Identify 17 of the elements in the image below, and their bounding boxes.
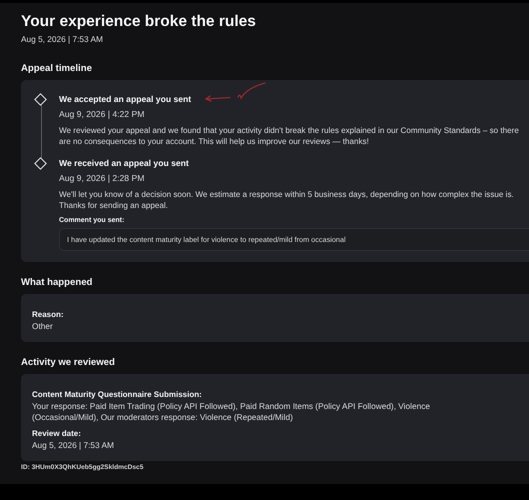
section-heading: Appeal timeline	[21, 63, 92, 74]
section-heading: What happened	[21, 277, 92, 288]
field-label: Reason:	[32, 310, 65, 319]
event-title: We accepted an appeal you sent	[59, 94, 192, 104]
field-value: Other	[32, 321, 54, 332]
page-date: Aug 5, 2026 | 7:53 AM	[21, 34, 104, 44]
section-heading: Activity we reviewed	[21, 357, 115, 368]
field-value: Aug 5, 2026 | 7:53 AM	[32, 440, 115, 451]
page-title: Your experience broke the rules	[21, 13, 256, 31]
field-label: Review date:	[32, 429, 82, 438]
field-value: Your response: Paid Item Trading (Policy API Followed), Paid Random Items (Policy API Followed), Violence (Occasional/Mild), Our moderators response: Violence (Repeated/Mild)	[32, 401, 431, 423]
event-title: We received an appeal you sent	[59, 158, 189, 168]
event-date: Aug 9, 2026 | 2:28 PM	[59, 173, 146, 183]
event-date: Aug 9, 2026 | 4:22 PM	[59, 109, 146, 119]
field-label: Content Maturity Questionnaire Submission:	[32, 390, 203, 399]
event-description: We reviewed your appeal and we found that your activity didn't break the rules explained in our Community Standards – so there are no consequences to your account. This will help us improve our reviews — thanks!	[59, 125, 520, 147]
event-description: We'll let you know of a decision soon. We estimate a response within 5 business days, depending on how complex the issue is. Thanks for sending an appeal.	[59, 189, 515, 211]
